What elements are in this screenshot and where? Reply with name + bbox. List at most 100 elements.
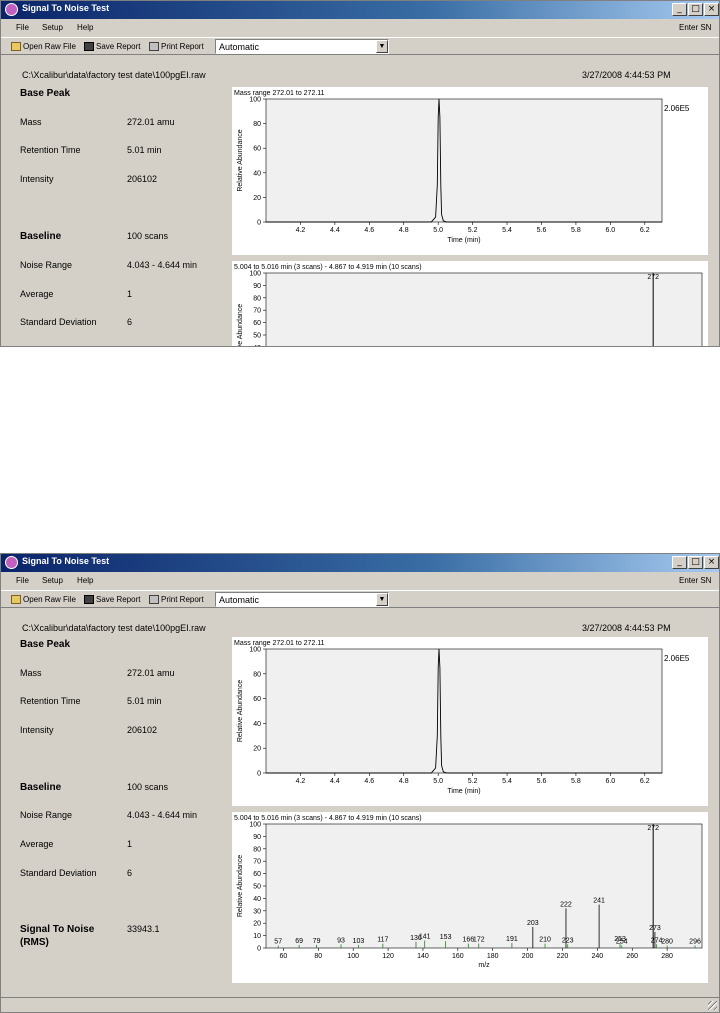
std-dev-label: Standard Deviation xyxy=(20,868,97,878)
y-tick-label: 100 xyxy=(249,647,261,654)
menu-enter-sn[interactable]: Enter SN xyxy=(679,576,711,585)
peak-label: 223 xyxy=(562,937,574,944)
peak-label: 141 xyxy=(419,934,431,941)
menu-enter-sn[interactable]: Enter SN xyxy=(679,23,711,32)
save-report-button[interactable]: Save Report xyxy=(84,593,140,606)
plot-area xyxy=(265,272,703,346)
peak-label: 79 xyxy=(313,938,321,945)
std-dev-label: Standard Deviation xyxy=(20,317,97,327)
spectrum-panel: 5.004 to 5.016 min (3 scans) - 4.867 to … xyxy=(232,812,708,983)
menu-file[interactable]: File xyxy=(16,576,29,585)
y-tick-label: 40 xyxy=(253,345,261,347)
peak-label: 203 xyxy=(527,920,539,927)
x-tick-label: 6.2 xyxy=(640,778,650,785)
peak-label: 272 xyxy=(647,274,659,281)
plot-area xyxy=(265,98,663,223)
peak-intensity-annotation: 2.06E5 xyxy=(664,654,690,663)
y-tick-label: 60 xyxy=(253,696,261,703)
y-tick-label: 40 xyxy=(253,170,261,177)
mode-select[interactable]: Automatic ▼ xyxy=(215,39,389,54)
minimize-button[interactable]: _ xyxy=(672,3,687,16)
intensity-label: Intensity xyxy=(20,725,54,735)
app-icon xyxy=(5,556,18,569)
maximize-button[interactable]: □ xyxy=(688,556,703,569)
noise-range-label: Noise Range xyxy=(20,810,73,820)
printer-icon xyxy=(149,595,159,605)
y-tick-label: 0 xyxy=(257,771,261,778)
y-axis-label: Relative Abundance xyxy=(237,680,244,742)
chromatogram-panel: Mass range 272.01 to 272.11 0 20 40 60 80 100 4… xyxy=(232,637,708,806)
peak-label: 191 xyxy=(506,936,518,943)
y-tick-label: 100 xyxy=(249,271,261,278)
open-raw-file-button[interactable]: Open Raw File xyxy=(11,593,76,606)
x-tick-label: 5.4 xyxy=(502,227,512,234)
folder-open-icon xyxy=(11,42,21,52)
x-tick-label: 120 xyxy=(382,953,394,960)
peak-label: 57 xyxy=(274,939,282,946)
x-tick-label: 160 xyxy=(452,953,464,960)
average-label: Average xyxy=(20,839,54,849)
open-raw-file-label: Open Raw File xyxy=(23,42,76,51)
print-report-button[interactable]: Print Report xyxy=(149,40,204,53)
file-path: C:\Xcalibur\data\factory test date\100pg… xyxy=(22,70,206,80)
title-bar: Signal To Noise Test _ □ × xyxy=(1,1,719,19)
open-raw-file-label: Open Raw File xyxy=(23,595,76,604)
x-tick-label: 140 xyxy=(417,953,429,960)
x-tick-label: 5.4 xyxy=(502,778,512,785)
chart-title: 5.004 to 5.016 min (3 scans) - 4.867 to … xyxy=(234,815,422,822)
x-tick-label: 4.2 xyxy=(296,227,306,234)
menu-help[interactable]: Help xyxy=(77,23,93,32)
print-report-button[interactable]: Print Report xyxy=(149,593,204,606)
peak-label: 254 xyxy=(616,939,628,946)
minimize-button[interactable]: _ xyxy=(672,556,687,569)
peak-label: 280 xyxy=(661,939,673,946)
signal-to-noise-rms-label: (RMS) xyxy=(20,937,49,948)
intensity-value: 206102 xyxy=(127,725,158,735)
y-tick-label: 80 xyxy=(253,121,261,128)
peak-label: 103 xyxy=(353,938,365,945)
y-tick-label: 0 xyxy=(257,946,261,953)
retention-time-value: 5.01 min xyxy=(127,696,162,706)
x-tick-label: 200 xyxy=(522,953,534,960)
save-report-button[interactable]: Save Report xyxy=(84,40,140,53)
close-button[interactable]: × xyxy=(704,3,719,16)
menu-setup[interactable]: Setup xyxy=(42,23,63,32)
app-window-cropped: Signal To Noise Test _ □ × File Setup He… xyxy=(0,0,720,347)
maximize-button[interactable]: □ xyxy=(688,3,703,16)
y-tick-label: 50 xyxy=(253,884,261,891)
mass-label: Mass xyxy=(20,117,42,127)
mass-spectrum-chart: 5.004 to 5.016 min (3 scans) - 4.867 to … xyxy=(234,815,703,969)
menu-bar: File Setup Help Enter SN xyxy=(1,20,719,36)
x-tick-label: 180 xyxy=(487,953,499,960)
x-tick-label: 5.6 xyxy=(537,227,547,234)
peak-intensity-annotation: 2.06E5 xyxy=(664,104,690,113)
std-dev-value: 6 xyxy=(127,317,133,327)
peak-label: 273 xyxy=(649,925,661,932)
open-raw-file-button[interactable]: Open Raw File xyxy=(11,40,76,53)
toolbar: Open Raw File Save Report Print Report A… xyxy=(1,37,719,55)
mass-label: Mass xyxy=(20,668,42,678)
mode-select[interactable]: Automatic ▼ xyxy=(215,592,389,607)
toolbar: Open Raw File Save Report Print Report A… xyxy=(1,590,719,608)
x-tick-label: 260 xyxy=(626,953,638,960)
menu-setup[interactable]: Setup xyxy=(42,576,63,585)
resize-grip-icon[interactable] xyxy=(708,1001,717,1010)
dropdown-arrow-icon[interactable]: ▼ xyxy=(376,593,388,606)
x-tick-label: 4.2 xyxy=(296,778,306,785)
x-tick-label: 4.4 xyxy=(330,227,340,234)
x-tick-label: 4.8 xyxy=(399,778,409,785)
plot-area xyxy=(265,823,703,949)
noise-range-value: 4.043 - 4.644 min xyxy=(127,260,198,270)
close-button[interactable]: × xyxy=(704,556,719,569)
menu-file[interactable]: File xyxy=(16,23,29,32)
peak-label: 210 xyxy=(539,937,551,944)
mass-spectrum-chart: 5.004 to 5.016 min (3 scans) - 4.867 to … xyxy=(234,264,703,347)
menu-help[interactable]: Help xyxy=(77,576,93,585)
y-tick-label: 90 xyxy=(253,834,261,841)
dropdown-arrow-icon[interactable]: ▼ xyxy=(376,40,388,53)
chart-title: Mass range 272.01 to 272.11 xyxy=(234,640,325,647)
peak-label: 272 xyxy=(647,825,659,832)
y-axis-label: Relative Abundance xyxy=(237,855,244,917)
chromatogram-panel: Mass range 272.01 to 272.11 0 20 40 60 80 100 4… xyxy=(232,87,708,255)
printer-icon xyxy=(149,42,159,52)
